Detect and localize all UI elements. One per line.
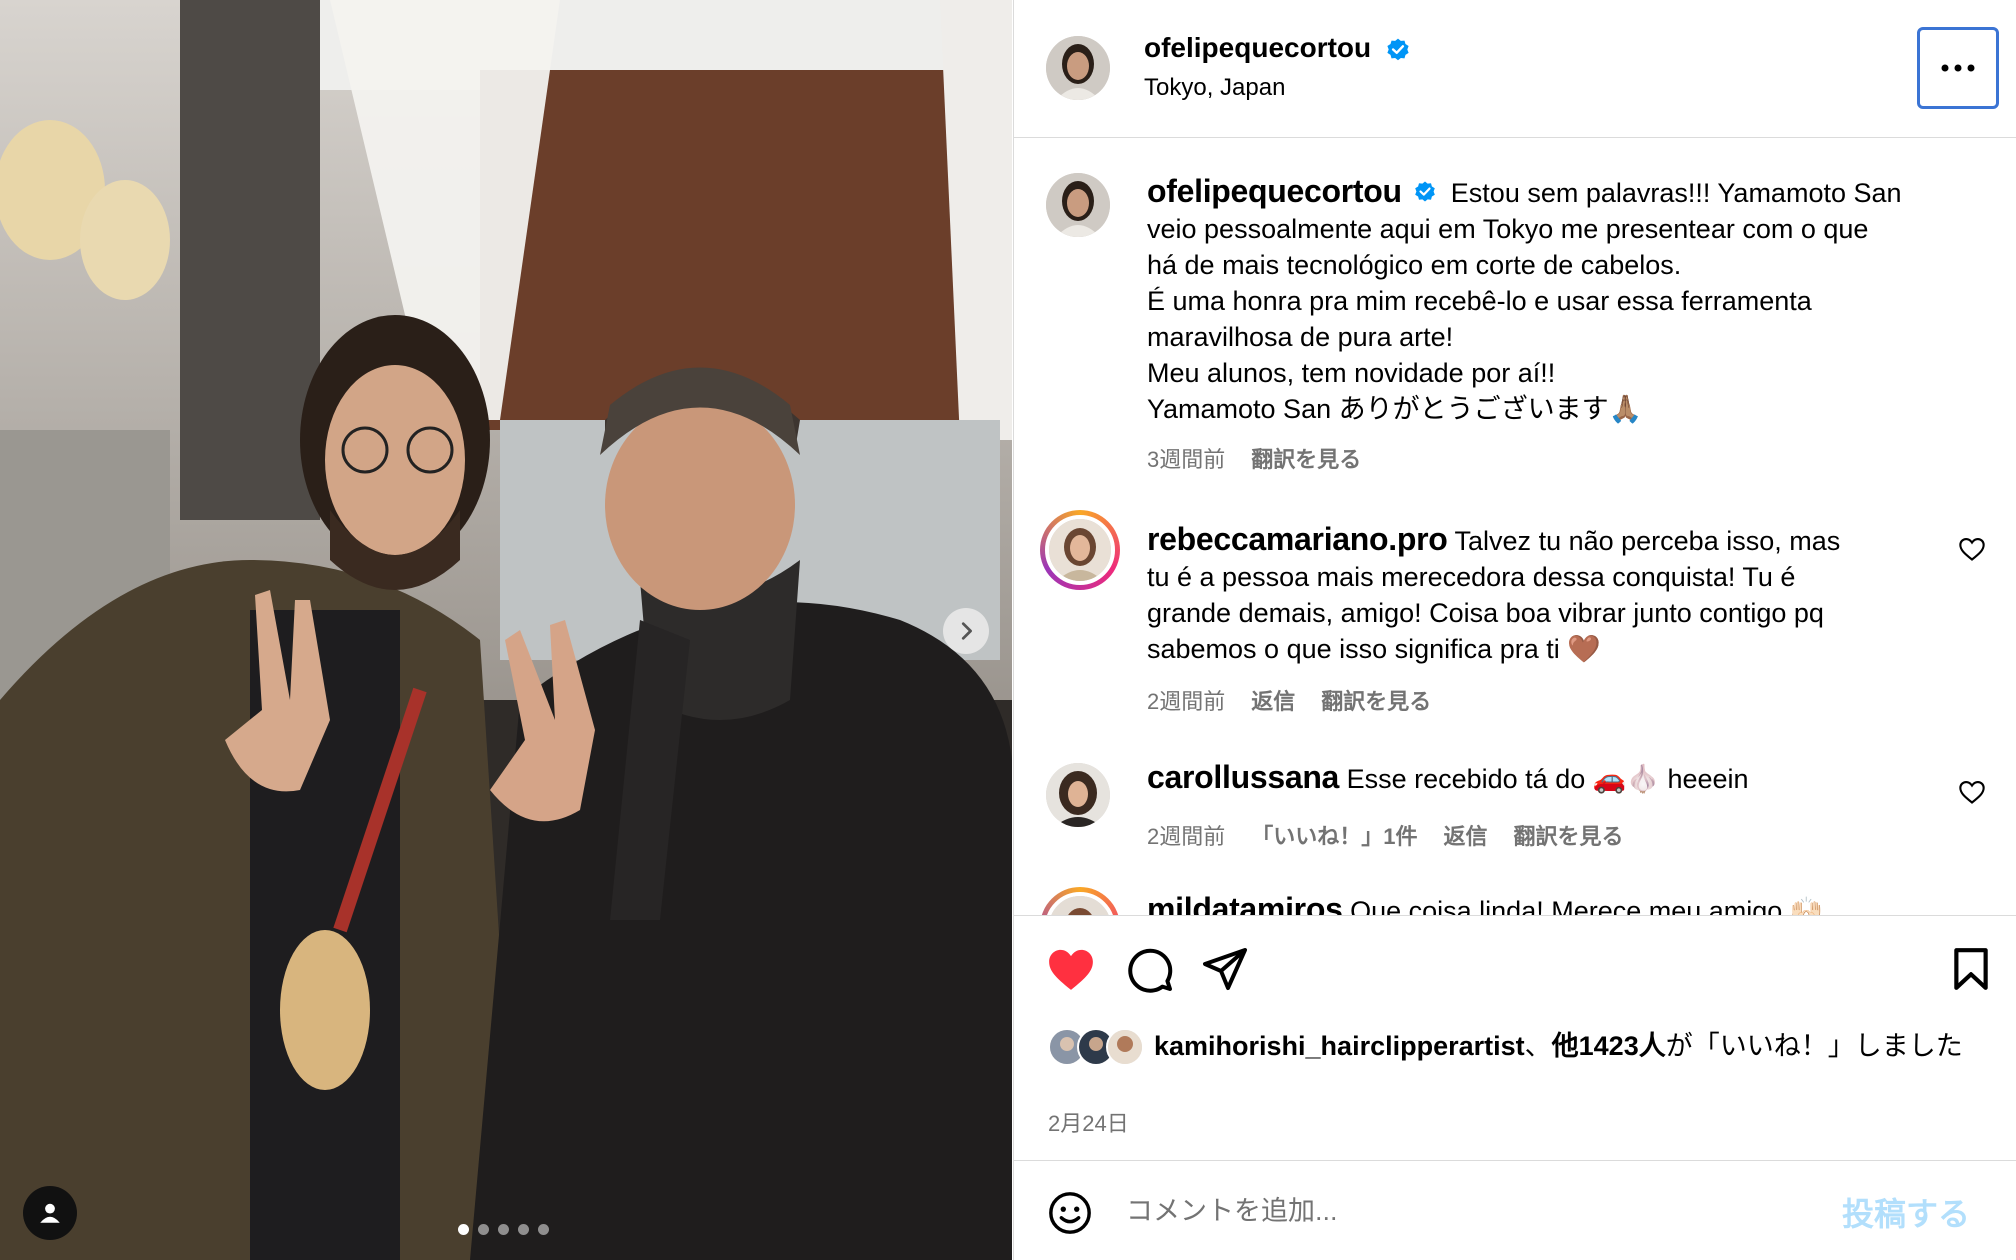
carousel-dot	[478, 1224, 489, 1235]
liked-by-separator: 、	[1524, 1031, 1552, 1061]
caption-line: Meu alunos, tem novidade por aí!!	[1147, 358, 1556, 388]
liked-by-suffix: が「いいね！」しました	[1665, 1031, 1963, 1061]
avatar-image	[1049, 519, 1111, 581]
caption-line: Estou sem palavras!!! Yamamoto San	[1450, 178, 1902, 208]
comment-line: Que coisa linda! Merece meu amigo 🙌🏻	[1350, 896, 1824, 915]
post-details-panel: ofelipequecortou Tokyo, Japan ofelipeque…	[1013, 0, 2016, 1260]
comment-username[interactable]: mildatamiros	[1147, 891, 1343, 915]
carousel-indicator	[458, 1224, 549, 1235]
comment-line: sabemos o que isso significa pra ti 🤎	[1147, 634, 1601, 664]
post-photo[interactable]	[0, 0, 1012, 1260]
carousel-dot	[458, 1224, 469, 1235]
liked-by-summary: kamihorishi_hairclipperartist、他1423人が「いい…	[1154, 1028, 1994, 1064]
comment-input[interactable]	[1126, 1191, 1766, 1231]
comment-likes-count[interactable]: 「いいね！」1件	[1251, 819, 1417, 851]
send-icon[interactable]	[1201, 946, 1249, 992]
reply-link[interactable]: 返信	[1251, 684, 1295, 716]
caption-line: Yamamoto San ありがとうございます🙏🏽	[1147, 394, 1643, 424]
heart-filled-icon[interactable]	[1046, 946, 1096, 992]
caption-text: ofelipequecortou Estou sem palavras!!! Y…	[1147, 173, 1947, 427]
caption-line: maravilhosa de pura arte!	[1147, 322, 1454, 352]
caption-author-avatar[interactable]	[1046, 173, 1110, 237]
more-horizontal-icon	[1941, 64, 1975, 72]
caption-line: veio pessoalmente aqui em Tokyo me prese…	[1147, 214, 1869, 244]
avatar-image	[1108, 1030, 1142, 1064]
comment-text: rebeccamariano.pro Talvez tu não perceba…	[1147, 521, 1947, 667]
translate-link[interactable]: 翻訳を見る	[1514, 819, 1624, 851]
bookmark-icon[interactable]	[1950, 946, 1992, 992]
comment-username[interactable]: carollussana	[1147, 759, 1339, 795]
comment-line: Talvez tu não perceba isso, mas	[1454, 526, 1841, 556]
comment-line: tu é a pessoa mais merecedora dessa conq…	[1147, 562, 1796, 592]
comment-timestamp[interactable]: 2週間前	[1147, 819, 1225, 851]
comment-line: Esse recebido tá do 🚗🧄 heeein	[1346, 764, 1749, 794]
comment-meta: 2週間前 「いいね！」1件 返信 翻訳を見る	[1147, 819, 1624, 851]
comment-text: carollussana Esse recebido tá do 🚗🧄 heee…	[1147, 759, 1947, 797]
comment-like-icon[interactable]	[1958, 536, 1986, 562]
liked-by-others[interactable]: 他1423人	[1552, 1031, 1666, 1061]
tagged-users-button[interactable]	[23, 1186, 77, 1240]
comment-icon[interactable]	[1126, 946, 1174, 994]
comment-username[interactable]: rebeccamariano.pro	[1147, 521, 1448, 557]
post-header: ofelipequecortou Tokyo, Japan	[1014, 0, 2016, 138]
post-comment-button[interactable]: 投稿する	[1842, 1189, 1970, 1235]
post-date[interactable]: 2月24日	[1048, 1106, 1129, 1138]
avatar-image	[1046, 36, 1110, 100]
reply-link[interactable]: 返信	[1444, 819, 1488, 851]
avatar-image	[1046, 173, 1110, 237]
avatar-image	[1049, 896, 1111, 915]
liker-avatar	[1106, 1028, 1144, 1066]
comment-timestamp[interactable]: 2週間前	[1147, 684, 1225, 716]
carousel-dot	[518, 1224, 529, 1235]
caption-timestamp[interactable]: 3週間前	[1147, 442, 1225, 474]
caption-username[interactable]: ofelipequecortou	[1147, 173, 1402, 209]
caption-meta: 3週間前 翻訳を見る	[1147, 442, 1361, 474]
next-slide-button[interactable]	[943, 608, 989, 654]
emoji-icon[interactable]	[1047, 1190, 1093, 1236]
comments-list[interactable]: ofelipequecortou Estou sem palavras!!! Y…	[1014, 139, 2016, 915]
caption-line: há de mais tecnológico em corte de cabel…	[1147, 250, 1682, 280]
user-tag-icon	[40, 1203, 60, 1223]
author-avatar[interactable]	[1046, 36, 1110, 100]
verified-badge-icon	[1387, 38, 1409, 60]
add-comment-bar: 投稿する	[1014, 1160, 2016, 1260]
caption-translate-link[interactable]: 翻訳を見る	[1251, 442, 1361, 474]
comment-text: mildatamiros Que coisa linda! Merece meu…	[1147, 891, 1947, 915]
author-username[interactable]: ofelipequecortou	[1144, 32, 1371, 63]
post-actions: kamihorishi_hairclipperartist、他1423人が「いい…	[1014, 915, 2016, 1160]
translate-link[interactable]: 翻訳を見る	[1321, 684, 1431, 716]
comment-meta: 2週間前 返信 翻訳を見る	[1147, 684, 1431, 716]
more-options-button[interactable]	[1917, 27, 1999, 109]
commenter-avatar[interactable]	[1046, 763, 1110, 827]
comment-like-icon[interactable]	[1958, 779, 1986, 805]
comment-line: grande demais, amigo! Coisa boa vibrar j…	[1147, 598, 1824, 628]
author-username-row[interactable]: ofelipequecortou	[1144, 32, 1411, 64]
carousel-dot	[538, 1224, 549, 1235]
caption-line: É uma honra pra mim recebê-lo e usar ess…	[1147, 286, 1812, 316]
photo-scene	[0, 0, 1012, 1260]
verified-badge-icon	[1415, 181, 1436, 202]
chevron-right-icon	[961, 622, 972, 640]
carousel-dot	[498, 1224, 509, 1235]
commenter-avatar[interactable]	[1045, 515, 1115, 585]
liked-by-user[interactable]: kamihorishi_hairclipperartist	[1154, 1031, 1525, 1061]
post-location[interactable]: Tokyo, Japan	[1144, 74, 1285, 102]
avatar-image	[1046, 763, 1110, 827]
